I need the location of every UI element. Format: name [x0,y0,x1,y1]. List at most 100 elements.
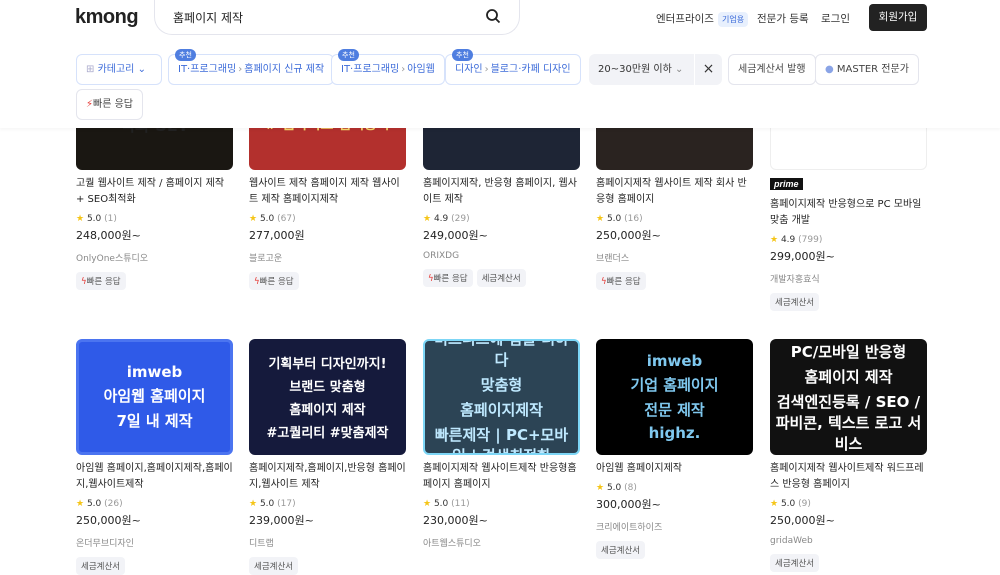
rating-value: 5.0 [259,214,275,224]
search-icon[interactable] [485,8,501,24]
price-filter[interactable]: 20~30만원 이하 ⌄ × [589,54,722,85]
thumbnail-text: 전문 제작 [644,401,705,419]
gig-price: 248,000원~ [76,229,141,242]
rating-value: 5.0 [606,483,622,493]
gig-card[interactable]: 비즈니스에 힘을 더하다맞춤형홈페이지제작빠른제작 | PC+모바일 | 검색최… [423,339,580,557]
gig-tag: 세금계산서 [770,554,820,572]
gig-title[interactable]: 웹사이트 제작 홈페이지 제작 웹사이트 제작 홈페이지제작 [249,176,406,208]
category-dropdown[interactable]: ⊞ 카테고리 ⌄ [76,54,162,85]
gig-title[interactable]: 홈페이지제작 웹사이트제작 반응형홈페이지 홈페이지 [423,461,580,493]
star-icon: ★ [423,499,432,509]
gig-title[interactable]: 홈페이지제작, 반응형 홈페이지, 웹사이트 제작 [423,176,580,208]
thumbnail-text: imweb [126,363,183,381]
rating-value: 5.0 [259,499,275,509]
register-expert-link[interactable]: 전문가 등록 [757,11,809,26]
tag-label: 빠른 응답 [86,277,121,287]
thumbnail-text: highz. [648,424,701,442]
star-icon: ★ [770,235,779,245]
tax-invoice-filter[interactable]: 세금계산서 발행 [728,54,816,85]
rec-parent: IT·프로그래밍 [178,64,237,75]
seller-name[interactable]: 아트웹스튜디오 [423,536,580,549]
tag-label: 세금계산서 [481,274,521,284]
gig-thumbnail[interactable]: imweb 기업 홈페이지 전문 제작 highz. [596,339,753,455]
star-icon: ★ [76,499,85,509]
rec-chip-blog-design[interactable]: 추천 디자인 › 블로그·카페 디자인 [445,49,581,85]
enterprise-link[interactable]: 엔터프라이즈 기업용 [656,11,749,27]
tag-label: 빠른 응답 [606,277,641,287]
gig-thumbnail[interactable]: 비즈니스에 힘을 더하다맞춤형홈페이지제작빠른제작 | PC+모바일 | 검색최… [423,339,580,455]
star-icon: ★ [423,214,432,224]
tag-label: 빠른 응답 [433,274,468,284]
seller-name[interactable]: OnlyOne스튜디오 [76,251,233,264]
kmong-logo[interactable]: kmong [75,6,139,29]
review-count: (11) [451,499,470,509]
seller-name[interactable]: 디트랩 [249,536,406,549]
seller-name[interactable]: 브랜더스 [596,251,753,264]
gig-card[interactable]: 기획부터 디자인까지! 브랜드 맞춤형 홈페이지 제작 #고퀄리티 #맞춤제작홈페이지… [249,339,406,575]
price-label: 20~30만원 이하 [598,64,672,75]
gig-title[interactable]: 홈페이지제작,홈페이지,반응형 홈페이지,웹사이트 제작 [249,461,406,493]
gig-tag: 세금계산서 [770,293,820,311]
thumbnail-text: 7일 내 제작 [116,412,193,430]
gig-thumbnail[interactable]: 기획부터 디자인까지! 브랜드 맞춤형 홈페이지 제작 #고퀄리티 #맞춤제작 [249,339,406,455]
seller-name[interactable]: 개발자홍효식 [770,272,927,285]
star-icon: ★ [249,214,258,224]
gig-price: 250,000원~ [76,514,141,527]
thumbnail-text: 빠른제작 | PC+모바일 | 검색최적화 [434,426,569,453]
gig-card[interactable]: imweb 아임웹 홈페이지 7일 내 제작아임웹 홈페이지,홈페이지제작,홈페이지… [76,339,233,575]
gig-title[interactable]: 홈페이지제작 웹사이트 제작 회사 반응형 홈페이지 [596,176,753,208]
master-filter[interactable]: ● MASTER 전문가 [815,54,919,85]
rating: ★ 5.0 (9) [770,499,927,509]
enterprise-label: 엔터프라이즈 [656,13,714,25]
seller-name[interactable]: 크리에이트하이즈 [596,520,753,533]
gig-price: 239,000원~ [249,514,314,527]
seller-name[interactable]: 온더무브디자인 [76,536,233,549]
clear-price-button[interactable]: × [694,54,722,85]
review-count: (8) [624,483,637,493]
enterprise-badge: 기업용 [717,12,749,27]
fast-response-filter[interactable]: ⚡빠른 응답 [76,89,144,120]
thumbnail-text: #고퀄리티 #맞춤제작 [266,426,389,441]
rec-parent: 디자인 [455,64,483,75]
gig-title[interactable]: 홈페이지제작 웹사이트제작 워드프레스 반응형 홈페이지 [770,461,927,493]
thumbnail-text: 브랜드 맞춤형 [289,380,366,395]
gig-card[interactable]: imweb 기업 홈페이지 전문 제작 highz. 아임웹 홈페이지제작 ★ 5.0 … [596,339,753,559]
rec-parent: IT·프로그래밍 [341,64,400,75]
star-icon: ★ [249,499,258,509]
rating-value: 5.0 [86,499,102,509]
gig-thumbnail[interactable]: PC/모바일 반응형 홈페이지 제작 검색엔진등록 / SEO / 파비콘, 텍스트… [770,339,927,455]
signup-button[interactable]: 회원가입 [869,4,927,31]
seller-name[interactable]: 블로고운 [249,251,406,264]
gig-tag: 세금계산서 [476,269,526,287]
rating-value: 5.0 [433,499,449,509]
gig-card[interactable]: PC/모바일 반응형 홈페이지 제작 검색엔진등록 / SEO / 파비콘, 텍스트… [770,339,927,572]
thumbnail-text: PC/모바일 반응형 [790,342,907,361]
search-input[interactable]: 홈페이지 제작 [154,0,520,35]
rec-badge: 추천 [338,49,359,61]
gig-title[interactable]: 아임웹 홈페이지,홈페이지제작,홈페이지,웹사이트제작 [76,461,233,493]
seller-name[interactable]: ORIXDG [423,251,580,261]
prime-badge: prime [770,178,803,190]
thumbnail-text: 비즈니스에 힘을 더하다 [434,339,569,369]
rec-badge: 추천 [175,49,196,61]
gig-title[interactable]: 홈페이지제작 반응형으로 PC 모바일 맞춤 개발 [770,197,927,229]
gig-tag: 세금계산서 [249,557,299,575]
gig-price: 300,000원~ [596,498,661,511]
tag-label: 세금계산서 [775,559,815,569]
fast-label: 빠른 응답 [93,99,134,110]
seller-name[interactable]: gridaWeb [770,536,927,546]
gig-title[interactable]: 아임웹 홈페이지제작 [596,461,753,477]
thumbnail-text: 홈페이지제작 [460,401,543,419]
rating-value: 4.9 [780,235,796,245]
rec-chip-homepage[interactable]: 추천 IT·프로그래밍 › 홈페이지 신규 제작 [168,49,335,85]
review-count: (1) [104,214,117,224]
rec-chip-imweb[interactable]: 추천 IT·프로그래밍 › 아임웹 [331,49,445,85]
rating: ★ 5.0 (26) [76,499,233,509]
gig-thumbnail[interactable]: imweb 아임웹 홈페이지 7일 내 제작 [76,339,233,455]
thumbnail-text: imweb [646,352,703,370]
gig-tag: ϟ빠른 응답 [596,272,646,290]
rating-value: 5.0 [780,499,796,509]
gig-title[interactable]: 고퀄 웹사이트 제작 / 홈페이지 제작 + SEO최적화 [76,176,233,208]
login-link[interactable]: 로그인 [821,11,850,26]
star-icon: ★ [596,483,605,493]
